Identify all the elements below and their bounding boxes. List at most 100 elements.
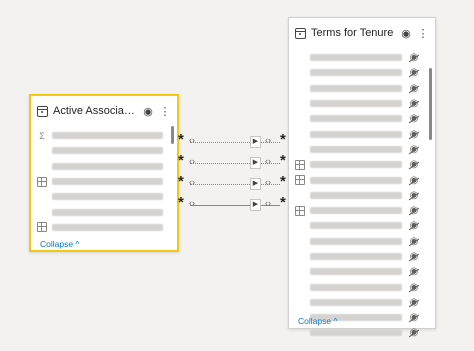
field-row[interactable]: Σ (31, 128, 167, 143)
field-label-blurred (310, 268, 402, 276)
field-type-icon (37, 146, 47, 156)
hidden-eye-icon[interactable]: ◉ (407, 327, 421, 338)
terms-for-tenure-table-card[interactable]: Terms for Tenure ◉ ⋮ ◉ ◉ ◉ ◉ ◉ ◉ ◉ ◉ ◉ ◉ ◉ ◉ ◉ ◉ ◉ ◉ ◉ ◉ ◉… (288, 17, 436, 338)
field-type-icon (295, 99, 305, 109)
field-row[interactable]: ◉ (289, 142, 425, 157)
field-row[interactable] (31, 143, 167, 158)
field-row[interactable]: ◉ (289, 249, 425, 264)
hidden-eye-icon[interactable]: ◉ (407, 159, 421, 170)
field-type-icon (295, 267, 305, 277)
field-type-icon (295, 221, 305, 231)
field-row[interactable]: ◉ (289, 157, 425, 172)
relationship-line[interactable]: * ‹› ▶ ‹› * (178, 174, 292, 190)
field-row[interactable]: ◉ (289, 203, 425, 218)
hidden-eye-icon[interactable]: ◉ (407, 282, 421, 293)
field-label-blurred (310, 207, 402, 215)
hidden-eye-icon[interactable]: ◉ (407, 190, 421, 201)
field-row[interactable]: ◉ (289, 111, 425, 126)
field-row[interactable]: ◉ (289, 295, 425, 310)
scrollbar[interactable] (429, 68, 432, 140)
cross-filter-arrow-icon: ▶ (250, 136, 261, 148)
relationship-line[interactable]: * ‹› ▶ ‹› * (178, 132, 292, 148)
field-row[interactable] (31, 220, 167, 235)
field-row[interactable]: ◉ (289, 96, 425, 111)
hidden-eye-icon[interactable]: ◉ (407, 67, 421, 78)
filter-direction-icon: ‹› (265, 198, 271, 208)
hidden-eye-icon[interactable]: ◉ (407, 297, 421, 308)
hidden-eye-icon[interactable]: ◉ (407, 220, 421, 231)
table-icon (37, 222, 47, 233)
field-label-blurred (310, 176, 402, 184)
field-row[interactable]: ◉ (289, 65, 425, 80)
hidden-eye-icon[interactable]: ◉ (407, 113, 421, 124)
hidden-eye-icon[interactable]: ◉ (407, 266, 421, 277)
field-row[interactable]: ◉ (289, 188, 425, 203)
cross-filter-arrow-icon: ▶ (250, 157, 261, 169)
field-label-blurred (310, 298, 402, 306)
collapse-link[interactable]: Collapse ^ (40, 239, 79, 249)
field-label-blurred (310, 329, 402, 337)
field-label-blurred (310, 145, 402, 153)
table-header[interactable]: Active Associates for ... ◉ ⋮ (31, 96, 177, 126)
more-options-icon[interactable]: ⋮ (159, 105, 171, 118)
field-type-icon (295, 144, 305, 154)
hidden-eye-icon[interactable]: ◉ (407, 83, 421, 94)
field-row[interactable] (31, 189, 167, 204)
filter-direction-icon: ‹› (189, 135, 195, 145)
field-row[interactable]: ◉ (289, 279, 425, 294)
field-row[interactable]: ◉ (289, 50, 425, 65)
field-list: Σ (31, 128, 167, 235)
hidden-eye-icon[interactable]: ◉ (407, 52, 421, 63)
field-label-blurred (52, 132, 163, 140)
hidden-eye-icon[interactable]: ◉ (407, 98, 421, 109)
field-row[interactable] (31, 174, 167, 189)
table-title: Active Associates for ... (53, 105, 137, 117)
eye-icon[interactable]: ◉ (142, 105, 154, 118)
field-label-blurred (310, 100, 402, 108)
filter-direction-icon: ‹› (265, 156, 271, 166)
table-icon (37, 176, 47, 187)
table-icon (37, 105, 48, 117)
field-label-blurred (52, 208, 163, 216)
hidden-eye-icon[interactable]: ◉ (407, 251, 421, 262)
hidden-eye-icon[interactable]: ◉ (407, 205, 421, 216)
field-row[interactable] (31, 159, 167, 174)
field-label-blurred (52, 147, 163, 155)
more-options-icon[interactable]: ⋮ (417, 27, 429, 40)
scrollbar[interactable] (171, 126, 174, 144)
active-associates-table-card[interactable]: Active Associates for ... ◉ ⋮ Σ Collapse… (29, 94, 179, 252)
hidden-eye-icon[interactable]: ◉ (407, 236, 421, 247)
hidden-eye-icon[interactable]: ◉ (407, 129, 421, 140)
hidden-eye-icon[interactable]: ◉ (407, 144, 421, 155)
many-cardinality-icon: * (280, 194, 286, 211)
field-type-icon (295, 114, 305, 124)
table-icon (295, 175, 305, 186)
field-row[interactable] (31, 204, 167, 219)
cross-filter-arrow-icon: ▶ (250, 199, 261, 211)
field-row[interactable]: ◉ (289, 234, 425, 249)
field-label-blurred (310, 283, 402, 291)
field-row[interactable]: ◉ (289, 172, 425, 187)
field-row[interactable]: ◉ (289, 126, 425, 141)
eye-icon[interactable]: ◉ (400, 27, 412, 40)
collapse-link[interactable]: Collapse ^ (298, 316, 337, 326)
table-header[interactable]: Terms for Tenure ◉ ⋮ (289, 18, 435, 48)
hidden-eye-icon[interactable]: ◉ (407, 175, 421, 186)
field-row[interactable]: ◉ (289, 325, 425, 340)
field-label-blurred (310, 253, 402, 260)
many-cardinality-icon: * (178, 173, 184, 190)
field-type-icon (295, 53, 305, 63)
field-row[interactable]: ◉ (289, 264, 425, 279)
field-type-icon (295, 282, 305, 292)
table-icon (295, 205, 305, 216)
field-label-blurred (52, 162, 163, 170)
relationship-line[interactable]: * ‹› ▶ ‹› * (178, 195, 292, 211)
field-row[interactable]: ◉ (289, 218, 425, 233)
hidden-eye-icon[interactable]: ◉ (407, 312, 421, 323)
relationship-line[interactable]: * ‹› ▶ ‹› * (178, 153, 292, 169)
field-row[interactable]: ◉ (289, 81, 425, 96)
field-type-icon (37, 207, 47, 217)
filter-direction-icon: ‹› (189, 156, 195, 166)
field-label-blurred (52, 223, 163, 231)
filter-direction-icon: ‹› (265, 135, 271, 145)
